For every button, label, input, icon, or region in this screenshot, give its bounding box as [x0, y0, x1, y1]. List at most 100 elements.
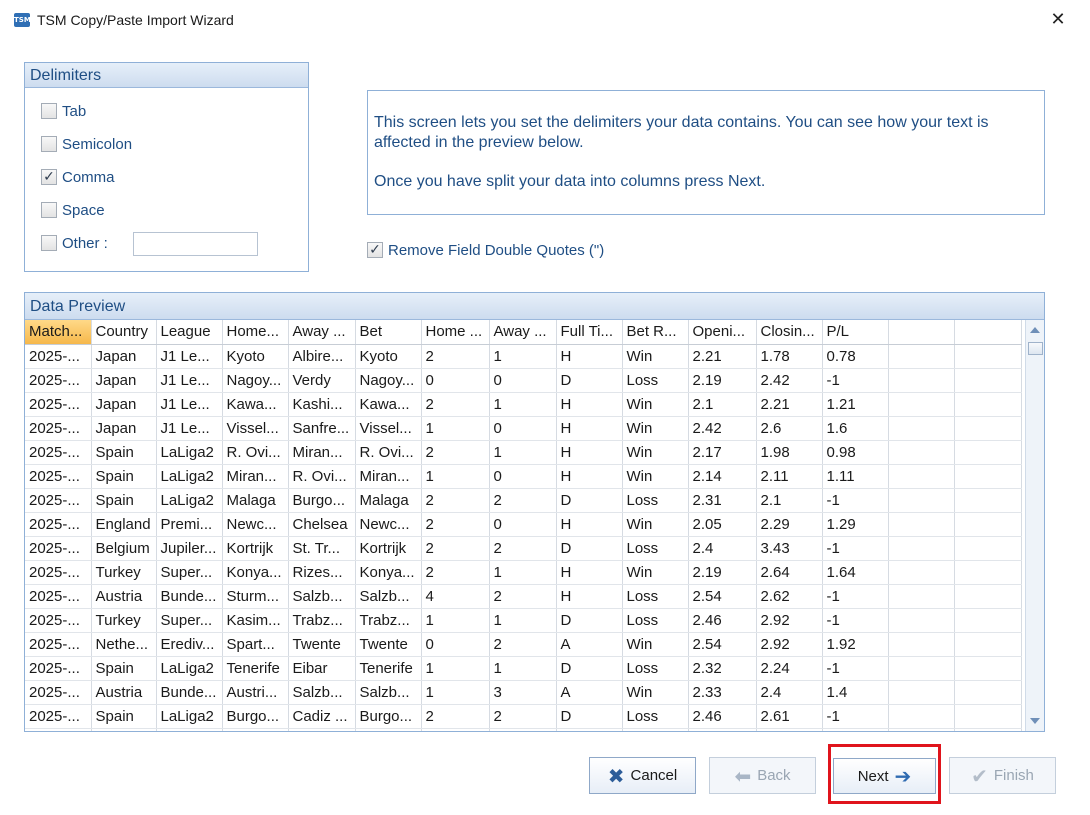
column-header[interactable]: Bet [355, 320, 422, 345]
table-cell[interactable]: Win [622, 440, 689, 465]
table-cell[interactable]: 2025-... [25, 608, 92, 633]
table-row[interactable]: 2025-... Spain LaLiga2 Malaga Burgo... Malaga… [25, 488, 1022, 513]
table-cell[interactable]: Austri... [222, 680, 289, 705]
table-row[interactable]: 2025-... Spain LaLiga2 Miran... R. Ovi... Mir… [25, 464, 1022, 489]
table-cell[interactable]: H [556, 584, 623, 609]
back-button[interactable]: ⬅ Back [709, 757, 816, 794]
table-cell[interactable]: Burgo... [222, 704, 289, 729]
table-cell[interactable]: 2 [421, 704, 490, 729]
table-cell[interactable]: 0.78 [822, 344, 889, 369]
table-cell[interactable]: 2025-... [25, 392, 92, 417]
table-cell[interactable]: Loss [622, 608, 689, 633]
table-cell[interactable]: -1 [822, 608, 889, 633]
table-row[interactable]: 2025-... Belgium Jupiler... Kortrijk St. Tr.… [25, 536, 1022, 561]
table-cell[interactable]: 0 [421, 368, 490, 393]
table-row[interactable] [25, 728, 1022, 731]
table-cell[interactable]: H [556, 392, 623, 417]
table-cell[interactable]: Japan [91, 368, 157, 393]
table-cell[interactable]: 2025-... [25, 512, 92, 537]
table-cell[interactable]: 0 [421, 632, 490, 657]
table-cell[interactable] [222, 728, 289, 731]
table-cell[interactable]: 2 [421, 344, 490, 369]
table-cell[interactable]: Turkey [91, 560, 157, 585]
table-cell[interactable]: 2 [421, 512, 490, 537]
table-cell[interactable]: 1 [421, 608, 490, 633]
finish-button[interactable]: ✔ Finish [949, 757, 1056, 794]
table-row[interactable]: 2025-... Turkey Super... Konya... Rizes... Ko… [25, 560, 1022, 585]
table-cell[interactable]: -1 [822, 584, 889, 609]
table-cell[interactable]: 2.61 [756, 704, 823, 729]
table-cell[interactable]: Loss [622, 368, 689, 393]
table-cell[interactable]: 4 [421, 584, 490, 609]
checkbox-box[interactable] [41, 103, 57, 119]
table-cell[interactable]: Austria [91, 584, 157, 609]
table-cell[interactable] [954, 416, 1022, 441]
table-cell[interactable]: Win [622, 416, 689, 441]
table-cell[interactable]: 2.42 [756, 368, 823, 393]
table-cell[interactable]: 1.92 [822, 632, 889, 657]
table-cell[interactable]: 1 [421, 416, 490, 441]
table-cell[interactable] [888, 704, 955, 729]
table-cell[interactable]: Win [622, 344, 689, 369]
column-header[interactable]: Away ... [288, 320, 356, 345]
table-row[interactable]: 2025-... Spain LaLiga2 Burgo... Cadiz ... Bur… [25, 704, 1022, 729]
table-cell[interactable]: Twente [355, 632, 422, 657]
table-cell[interactable]: 1 [421, 680, 490, 705]
table-cell[interactable] [954, 368, 1022, 393]
table-cell[interactable] [954, 584, 1022, 609]
table-cell[interactable]: 2.54 [688, 584, 757, 609]
close-icon[interactable]: ✕ [1044, 8, 1072, 32]
table-cell[interactable]: 2.17 [688, 440, 757, 465]
table-cell[interactable]: 2 [421, 488, 490, 513]
table-cell[interactable]: Burgo... [355, 704, 422, 729]
table-cell[interactable]: Sturm... [222, 584, 289, 609]
table-cell[interactable] [888, 560, 955, 585]
checkbox-box[interactable]: ✓ [367, 242, 383, 258]
table-cell[interactable]: Salzb... [288, 680, 356, 705]
table-cell[interactable]: Premi... [156, 512, 223, 537]
table-cell[interactable] [954, 560, 1022, 585]
table-cell[interactable]: 2.64 [756, 560, 823, 585]
table-cell[interactable]: 2025-... [25, 344, 92, 369]
table-cell[interactable]: Kawa... [222, 392, 289, 417]
table-cell[interactable] [91, 728, 157, 731]
table-cell[interactable]: A [556, 680, 623, 705]
table-cell[interactable]: 1.11 [822, 464, 889, 489]
table-cell[interactable]: 2.24 [756, 656, 823, 681]
table-cell[interactable]: Japan [91, 344, 157, 369]
table-cell[interactable]: 2.19 [688, 368, 757, 393]
table-cell[interactable] [888, 608, 955, 633]
table-cell[interactable]: 1 [489, 344, 557, 369]
table-cell[interactable]: Trabz... [288, 608, 356, 633]
table-cell[interactable]: Tenerife [355, 656, 422, 681]
table-cell[interactable]: 2.1 [756, 488, 823, 513]
table-cell[interactable]: R. Ovi... [355, 440, 422, 465]
table-cell[interactable]: Trabz... [355, 608, 422, 633]
table-cell[interactable] [888, 344, 955, 369]
table-cell[interactable] [888, 656, 955, 681]
table-cell[interactable]: Kasim... [222, 608, 289, 633]
table-cell[interactable]: Rizes... [288, 560, 356, 585]
space-checkbox[interactable]: Space [41, 200, 105, 220]
column-header[interactable]: Home ... [421, 320, 490, 345]
next-button[interactable]: Next ➔ [833, 758, 936, 794]
other-delimiter-input[interactable] [133, 232, 258, 256]
table-cell[interactable] [622, 728, 689, 731]
comma-checkbox[interactable]: ✓ Comma [41, 167, 115, 187]
table-cell[interactable]: St. Tr... [288, 536, 356, 561]
table-cell[interactable]: Chelsea [288, 512, 356, 537]
table-cell[interactable]: -1 [822, 488, 889, 513]
table-cell[interactable]: 2.6 [756, 416, 823, 441]
table-cell[interactable]: 1.78 [756, 344, 823, 369]
table-cell[interactable]: Spain [91, 656, 157, 681]
table-cell[interactable] [756, 728, 823, 731]
table-cell[interactable] [954, 536, 1022, 561]
table-cell[interactable] [888, 680, 955, 705]
table-cell[interactable] [888, 512, 955, 537]
table-cell[interactable]: Eibar [288, 656, 356, 681]
tab-checkbox[interactable]: Tab [41, 101, 86, 121]
table-cell[interactable]: Win [622, 464, 689, 489]
table-cell[interactable]: 1 [421, 464, 490, 489]
table-cell[interactable]: 2025-... [25, 464, 92, 489]
table-cell[interactable]: Albire... [288, 344, 356, 369]
